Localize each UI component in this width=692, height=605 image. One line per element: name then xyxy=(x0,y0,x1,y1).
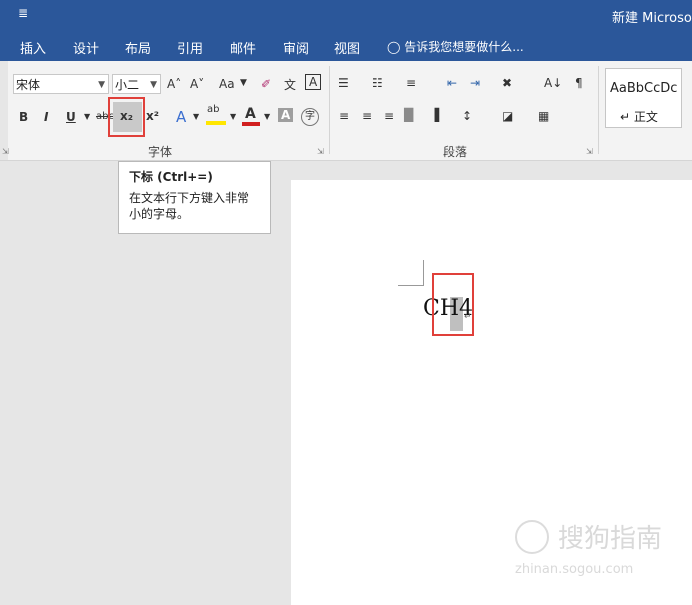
tooltip-description: 在文本行下方键入非常小的字母。 xyxy=(129,191,250,221)
tab-view[interactable]: 视图 xyxy=(334,38,360,57)
watermark-url: zhinan.sogou.com xyxy=(515,562,634,577)
align-right-button[interactable]: ≡ xyxy=(384,109,394,123)
superscript-button[interactable]: x² xyxy=(146,109,159,123)
increase-indent-button[interactable]: ⇥ xyxy=(470,76,480,90)
character-border-button[interactable]: A xyxy=(305,74,322,90)
bullets-button[interactable]: ☰ xyxy=(338,76,349,90)
character-shading-button[interactable]: A xyxy=(278,108,294,122)
ribbon-left-edge xyxy=(0,61,8,160)
group-separator xyxy=(598,66,599,154)
italic-button[interactable]: I xyxy=(44,110,48,124)
highlight-color-button[interactable]: ab xyxy=(207,104,219,115)
sort-button[interactable]: A↓ xyxy=(544,76,562,90)
title-bar: ≣ 新建 Microsoft xyxy=(0,0,692,30)
selection-highlight-box xyxy=(432,273,474,336)
tell-me-box[interactable]: ◯ 告诉我您想要做什么... xyxy=(387,38,524,55)
underline-button[interactable]: U xyxy=(66,110,76,124)
margin-corner-mark xyxy=(398,285,424,286)
tab-references[interactable]: 引用 xyxy=(177,38,203,57)
quick-access-menu-icon[interactable]: ≣ xyxy=(18,6,28,20)
watermark-text: 搜狗指南 xyxy=(558,524,663,554)
font-dialog-launcher-icon[interactable]: ⇲ xyxy=(317,147,324,156)
paragraph-dialog-launcher-icon[interactable]: ⇲ xyxy=(586,147,593,156)
chevron-down-icon[interactable]: ▼ xyxy=(240,78,247,88)
font-color-swatch xyxy=(242,122,260,126)
font-group-label: 字体 xyxy=(148,145,173,159)
align-center-button[interactable]: ≡ xyxy=(362,109,372,123)
show-marks-button[interactable]: ¶ xyxy=(575,76,583,90)
font-color-button[interactable]: A xyxy=(245,106,256,122)
shading-button[interactable]: ◪ xyxy=(502,109,513,123)
tab-review[interactable]: 审阅 xyxy=(283,38,309,57)
style-name: ↵ 正文 xyxy=(620,110,658,124)
distributed-button[interactable]: ▐ xyxy=(430,108,439,122)
line-spacing-button[interactable]: ↕ xyxy=(462,109,472,123)
chevron-down-icon[interactable]: ▼ xyxy=(264,112,270,121)
subscript-tooltip: 下标 (Ctrl+=) 在文本行下方键入非常小的字母。 xyxy=(118,161,271,234)
font-name-combo[interactable]: 宋体 ▼ xyxy=(13,74,109,94)
document-title: 新建 Microsoft xyxy=(612,11,692,26)
font-name-value: 宋体 xyxy=(16,78,41,92)
justify-button[interactable]: █ xyxy=(404,108,413,122)
highlight-color-swatch xyxy=(206,121,226,125)
paragraph-group-label: 段落 xyxy=(443,145,468,159)
align-left-button[interactable]: ≡ xyxy=(339,109,349,123)
tab-mailings[interactable]: 邮件 xyxy=(230,38,256,57)
enclose-characters-button[interactable]: 字 xyxy=(301,108,319,126)
clear-formatting-button[interactable]: ✐ xyxy=(261,77,271,91)
tell-me-text: 告诉我您想要做什么... xyxy=(404,40,524,54)
tab-insert[interactable]: 插入 xyxy=(20,38,46,57)
chevron-down-icon[interactable]: ▼ xyxy=(193,112,199,121)
margin-corner-mark xyxy=(423,260,424,286)
shrink-font-button[interactable]: A˅ xyxy=(190,77,204,91)
bold-button[interactable]: B xyxy=(19,110,28,124)
multilevel-list-button[interactable]: ≡ xyxy=(406,76,416,90)
text-effects-button[interactable]: A xyxy=(176,108,186,126)
tooltip-title: 下标 (Ctrl+=) xyxy=(129,170,213,184)
sogou-logo-icon xyxy=(515,520,549,554)
group-separator xyxy=(329,66,330,154)
chevron-down-icon: ▼ xyxy=(150,80,157,90)
clipboard-dialog-launcher-icon[interactable]: ⇲ xyxy=(2,147,9,156)
grow-font-button[interactable]: A˄ xyxy=(167,77,181,91)
chevron-down-icon[interactable]: ▼ xyxy=(230,112,236,121)
subscript-highlight-box xyxy=(108,97,145,137)
chevron-down-icon: ▼ xyxy=(98,80,105,90)
decrease-indent-button[interactable]: ⇤ xyxy=(447,76,457,90)
tab-design[interactable]: 设计 xyxy=(73,38,99,57)
change-case-button[interactable]: Aa xyxy=(219,77,235,91)
chevron-down-icon[interactable]: ▼ xyxy=(84,112,90,121)
style-normal[interactable]: AaBbCcDc ↵ 正文 xyxy=(605,68,682,128)
ribbon-tabs: 插入 设计 布局 引用 邮件 审阅 视图 ◯ 告诉我您想要做什么... xyxy=(0,30,692,61)
tab-layout[interactable]: 布局 xyxy=(125,38,151,57)
font-size-value: 小二 xyxy=(115,78,140,92)
lightbulb-icon: ◯ xyxy=(387,40,401,54)
style-sample-text: AaBbCcDc xyxy=(610,81,678,96)
font-size-combo[interactable]: 小二 ▼ xyxy=(112,74,161,94)
borders-button[interactable]: ▦ xyxy=(538,109,549,123)
asian-layout-button[interactable]: ✖ xyxy=(502,76,512,90)
numbering-button[interactable]: ☷ xyxy=(372,76,383,90)
phonetic-guide-button[interactable]: 文 xyxy=(284,76,296,93)
